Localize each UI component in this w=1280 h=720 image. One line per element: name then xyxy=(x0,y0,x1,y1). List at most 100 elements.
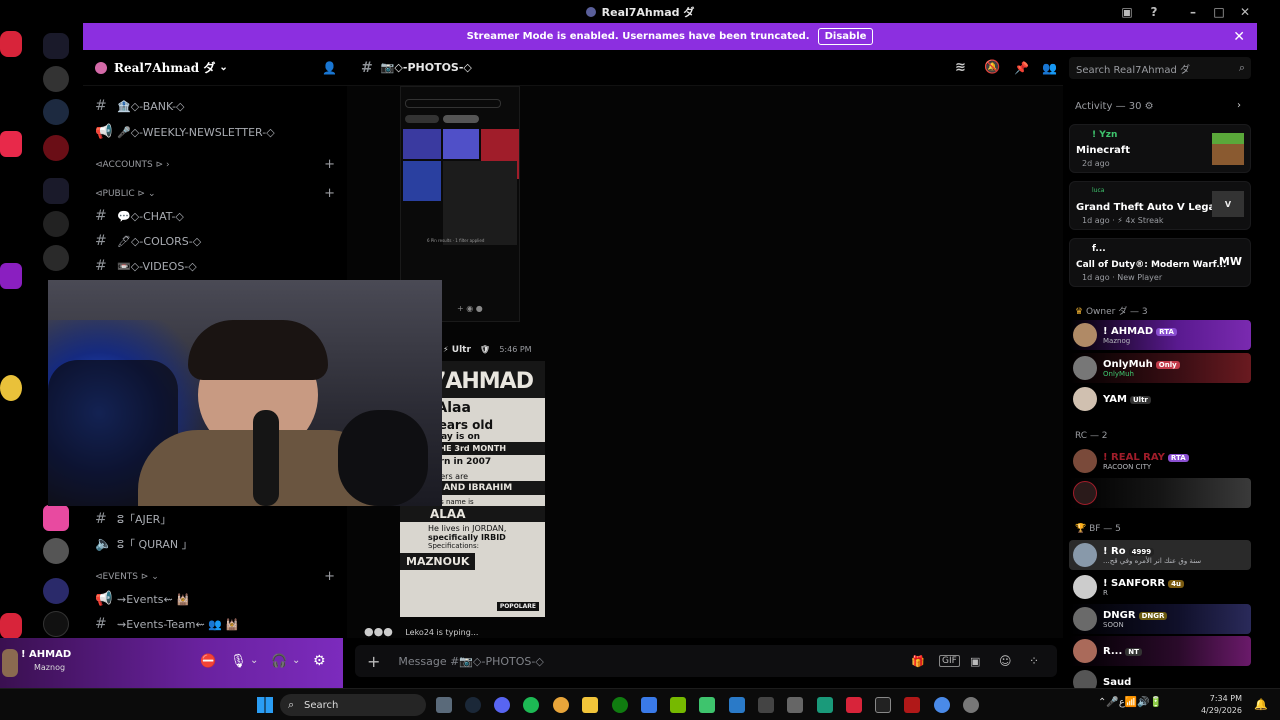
channel-item[interactable]: # 📼◇-VIDEOS-◇ xyxy=(95,258,197,274)
gear-icon[interactable]: ⚙ xyxy=(313,653,326,669)
voice-channel-item[interactable]: 🔈 ⵓ「 QURAN 」 xyxy=(95,536,193,552)
camera-app-icon[interactable] xyxy=(436,697,452,713)
member-item[interactable] xyxy=(1069,478,1251,508)
store-icon[interactable] xyxy=(641,697,657,713)
emoji-icon[interactable]: ☺ xyxy=(999,654,1012,668)
game-pass-icon[interactable] xyxy=(699,697,715,713)
member-item[interactable]: ! AHMAD RTA Maznog xyxy=(1069,320,1251,350)
server-icon[interactable] xyxy=(0,31,22,57)
maximize-button[interactable]: □ xyxy=(1206,0,1232,23)
chevron-down-icon[interactable]: ⌄ xyxy=(250,655,258,666)
server-icon[interactable] xyxy=(0,263,22,289)
category-public[interactable]: ⊲PUBLIC ⊳ ⌄ xyxy=(95,189,156,199)
discord-icon[interactable] xyxy=(494,697,510,713)
close-icon[interactable]: ✕ xyxy=(1233,29,1245,45)
apps-icon[interactable]: ⁘ xyxy=(1029,654,1039,668)
channel-item[interactable]: # ⵓ「AJER」 xyxy=(95,511,171,527)
spotify-icon[interactable] xyxy=(523,697,539,713)
server-icon[interactable] xyxy=(43,538,69,564)
server-icon[interactable] xyxy=(43,99,69,125)
server-icon[interactable] xyxy=(43,578,69,604)
gift-icon[interactable]: 🎁 xyxy=(911,655,925,668)
member-item[interactable]: Saud xyxy=(1069,667,1251,688)
message-author[interactable]: Ultr xyxy=(452,345,471,355)
server-icon[interactable] xyxy=(0,613,22,639)
add-attachment-icon[interactable]: + xyxy=(367,652,380,671)
member-item[interactable]: ! REAL RAY RTA RACOON CITY xyxy=(1069,446,1251,476)
activity-card[interactable]: luca Grand Theft Auto V Legacy 1d ago · … xyxy=(1069,181,1251,230)
steam-icon[interactable] xyxy=(465,697,481,713)
tray-icons[interactable]: ⌃🎤ع📶🔊🔋 xyxy=(1098,697,1162,708)
server-icon[interactable] xyxy=(0,375,22,401)
app-icon[interactable] xyxy=(817,697,833,713)
member-item[interactable]: DNGR DNGR SOON xyxy=(1069,604,1251,634)
server-icon[interactable] xyxy=(43,245,69,271)
server-icon[interactable] xyxy=(0,131,22,157)
server-header[interactable]: Real7Ahmad ダ ⌄ 👤 xyxy=(83,50,347,86)
member-item[interactable]: ! Ro 4999 ...سنة وق عنك انر الأمره وفي قح xyxy=(1069,540,1251,570)
member-list-icon[interactable]: 👥 xyxy=(1042,61,1057,75)
app-icon[interactable] xyxy=(729,697,745,713)
category-events[interactable]: ⊲EVENTS ⊳ ⌄ xyxy=(95,572,159,582)
capcut-icon[interactable] xyxy=(875,697,891,713)
add-channel-icon[interactable]: + xyxy=(324,186,335,201)
member-item[interactable]: YAM Ultr xyxy=(1069,384,1251,414)
sticker-icon[interactable]: ▣ xyxy=(970,655,980,668)
channel-item[interactable]: # 🖊◇-COLORS-◇ xyxy=(95,233,201,249)
activity-card[interactable]: ! Yzn Minecraft 2d ago xyxy=(1069,124,1251,173)
message-composer[interactable]: + Message #📷◇-PHOTOS-◇ 🎁 GIF ▣ ☺ ⁘ xyxy=(355,645,1057,677)
threads-icon[interactable]: ≋ xyxy=(955,60,966,75)
add-member-icon[interactable]: 👤 xyxy=(322,61,337,75)
stream-off-icon[interactable]: ⛔ xyxy=(200,654,216,669)
activity-card[interactable]: f... Call of Duty®: Modern Warf... 1d ag… xyxy=(1069,238,1251,287)
server-icon[interactable] xyxy=(43,211,69,237)
microphone-icon[interactable]: 🎙 xyxy=(230,654,247,669)
server-icon[interactable] xyxy=(43,505,69,531)
inbox-icon[interactable]: ▣ xyxy=(1114,0,1140,23)
nvidia-icon[interactable] xyxy=(670,697,686,713)
pin-icon[interactable]: 📌 xyxy=(1014,61,1029,75)
channel-item[interactable]: # ⇝Events-Team⇜ 👥 🕍 xyxy=(95,616,239,632)
composer-input[interactable]: Message #📷◇-PHOTOS-◇ xyxy=(398,655,543,668)
channel-item[interactable]: 📢 🎤◇-WEEKLY-NEWSLETTER-◇ xyxy=(95,124,275,140)
minimize-button[interactable]: – xyxy=(1180,0,1206,23)
chrome-icon[interactable] xyxy=(934,697,950,713)
disable-streamer-button[interactable]: Disable xyxy=(817,28,874,45)
windows-start-icon[interactable] xyxy=(257,697,273,713)
channel-item[interactable]: # 🏦◇-BANK-◇ xyxy=(95,98,185,114)
activity-header[interactable]: Activity — 30 ⚙ xyxy=(1075,101,1154,112)
gif-icon[interactable]: GIF xyxy=(939,655,960,667)
member-item[interactable]: ! SANFORR 4u R xyxy=(1069,572,1251,602)
add-channel-icon[interactable]: + xyxy=(324,157,335,172)
user-name[interactable]: ! AHMAD xyxy=(21,649,71,660)
channel-item[interactable]: # 💬◇-CHAT-◇ xyxy=(95,208,184,224)
clock[interactable]: 7:34 PM 4/29/2026 xyxy=(1201,693,1242,717)
server-icon[interactable] xyxy=(43,135,69,161)
server-icon[interactable] xyxy=(43,178,69,204)
chrome-icon[interactable] xyxy=(553,697,569,713)
app-icon[interactable] xyxy=(846,697,862,713)
mute-icon[interactable]: 🔕 xyxy=(984,60,1000,75)
app-icon[interactable] xyxy=(787,697,803,713)
server-icon[interactable] xyxy=(43,33,69,59)
headphones-icon[interactable]: 🎧 xyxy=(271,654,287,669)
server-icon[interactable] xyxy=(43,66,69,92)
channel-item[interactable]: 📢 ⇝Events⇜ 🕍 xyxy=(95,591,190,607)
avatar[interactable] xyxy=(2,649,18,677)
help-icon[interactable]: ? xyxy=(1141,0,1167,23)
chevron-right-icon[interactable]: › xyxy=(1237,100,1241,111)
search-input[interactable]: Search Real7Ahmad ダ ⌕ xyxy=(1069,57,1251,79)
server-icon[interactable] xyxy=(43,611,69,637)
settings-icon[interactable] xyxy=(963,697,979,713)
member-item[interactable]: R... NT xyxy=(1069,636,1251,666)
app-icon[interactable] xyxy=(758,697,774,713)
file-explorer-icon[interactable] xyxy=(582,697,598,713)
taskbar-search[interactable]: ⌕ Search xyxy=(280,694,426,716)
chevron-down-icon[interactable]: ⌄ xyxy=(292,655,300,666)
acrobat-icon[interactable] xyxy=(904,697,920,713)
notifications-icon[interactable]: 🔔 xyxy=(1254,698,1268,711)
category-accounts[interactable]: ⊲ACCOUNTS ⊳ › xyxy=(95,160,170,170)
member-item[interactable]: OnlyMuh Only OnlyMuh xyxy=(1069,353,1251,383)
add-channel-icon[interactable]: + xyxy=(324,569,335,584)
close-window-button[interactable]: ✕ xyxy=(1232,0,1258,23)
